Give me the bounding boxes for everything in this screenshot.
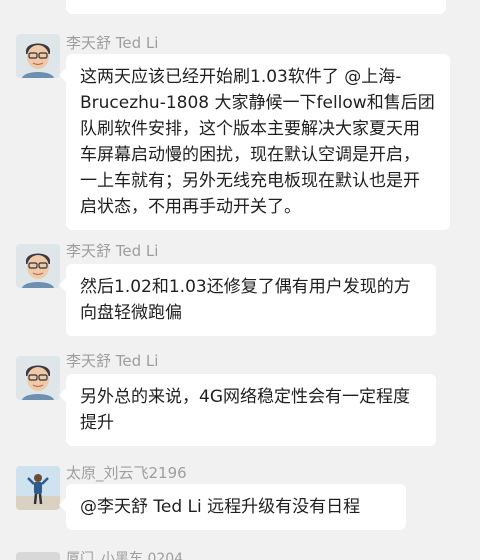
- sender-name: 李天舒 Ted Li: [66, 34, 159, 52]
- sender-name: 厦门_小黑车 0204: [66, 551, 184, 560]
- message-bubble[interactable]: 另外总的来说，4G网络稳定性会有一定程度提升: [59, 374, 436, 446]
- avatar[interactable]: [16, 356, 60, 400]
- message-bubble[interactable]: 这两天应该已经开始刷1.03软件了 @上海-Brucezhu-1808 大家静候…: [59, 54, 450, 230]
- message-bubble[interactable]: 然后1.02和1.03还修复了偶有用户发现的方向盘轻微跑偏: [59, 264, 436, 336]
- person-photo-avatar-icon: [16, 466, 60, 510]
- person-avatar-icon: [16, 34, 60, 78]
- sender-name: 太原_刘云飞2196: [66, 464, 187, 482]
- sender-name: 李天舒 Ted Li: [66, 352, 159, 370]
- previous-message-bubble[interactable]: [66, 0, 446, 14]
- sender-name: 李天舒 Ted Li: [66, 242, 159, 260]
- avatar[interactable]: [16, 466, 60, 510]
- person-avatar-icon: [16, 356, 60, 400]
- chat-thread: 李天舒 Ted Li 这两天应该已经开始刷1.03软件了 @上海-Brucezh…: [0, 0, 480, 560]
- avatar[interactable]: [16, 244, 60, 288]
- person-avatar-icon: [16, 244, 60, 288]
- message-bubble[interactable]: @李天舒 Ted Li 远程升级有没有日程: [59, 484, 406, 530]
- avatar[interactable]: [16, 552, 60, 560]
- avatar[interactable]: [16, 34, 60, 78]
